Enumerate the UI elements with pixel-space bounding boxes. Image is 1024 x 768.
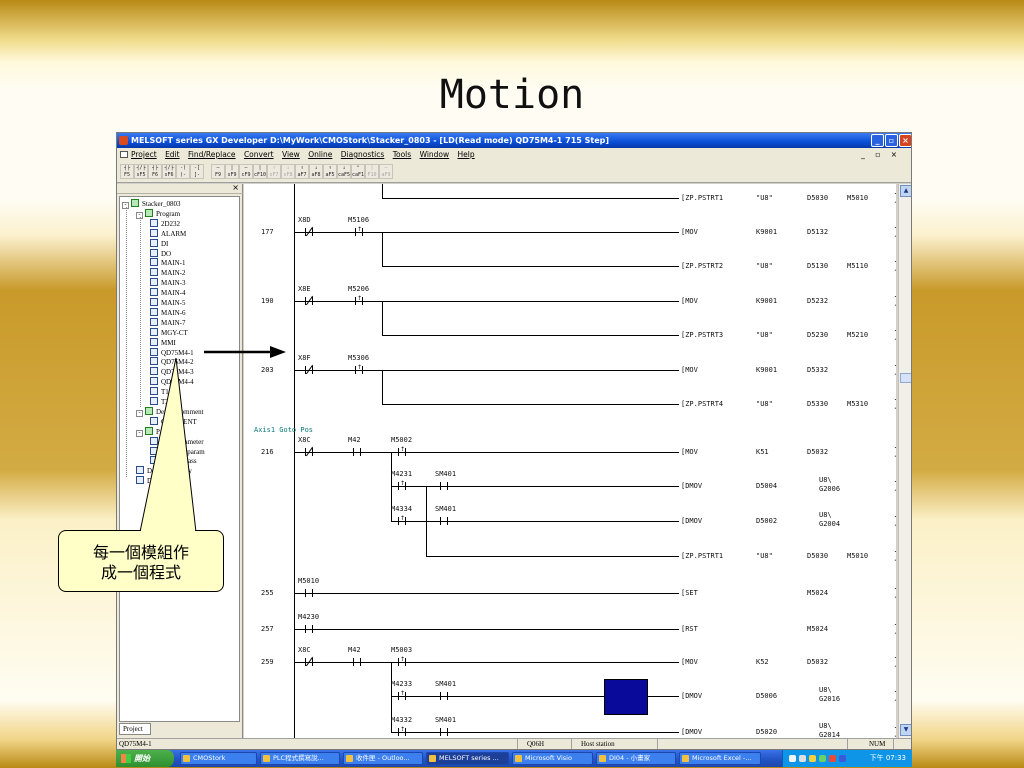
callout-box: 每一個模組作 成一個程式	[58, 530, 224, 592]
callout-text: 每一個模組作 成一個程式	[92, 543, 189, 582]
callout-pointer	[139, 357, 197, 533]
callout-overlay	[139, 346, 286, 533]
arrow-head-icon	[270, 346, 286, 358]
